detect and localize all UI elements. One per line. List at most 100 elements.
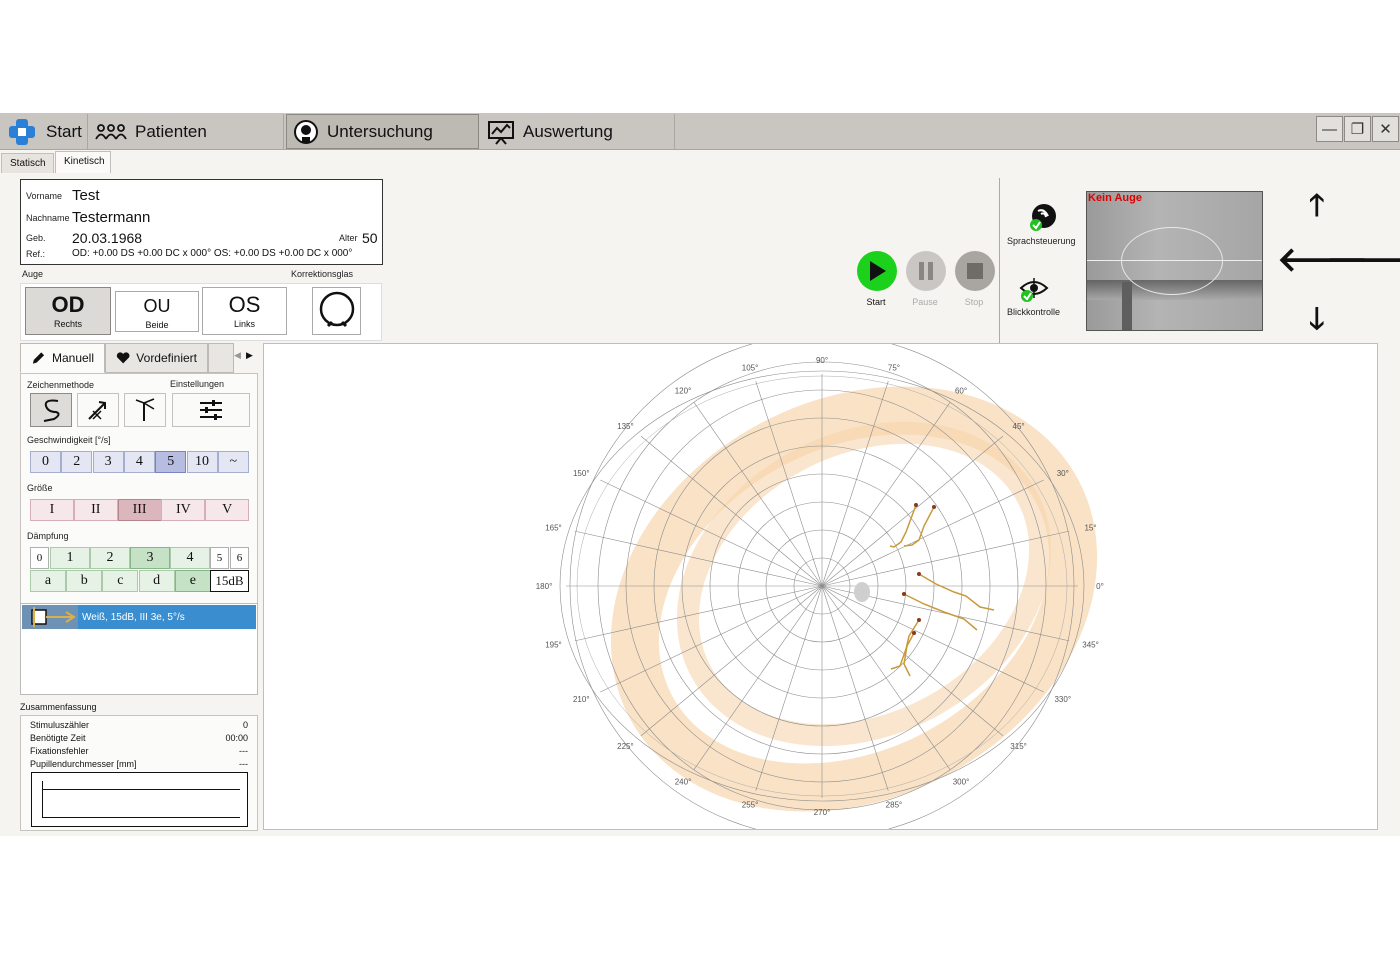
vector-icon	[88, 401, 106, 420]
close-button[interactable]: ✕	[1372, 116, 1399, 142]
perimeter-chart[interactable]: 0° 15° 30° 45° 60° 75° 90° 105° 120° 135° 150° 165°…	[263, 333, 1378, 839]
size-option-i[interactable]: I	[30, 499, 74, 521]
nav-tab-auswertung[interactable]: Auswertung	[481, 114, 675, 149]
stimulus-list-item[interactable]: Weiß, 15dB, III 3e, 5°/s	[22, 605, 256, 629]
nav-tab-auswertung-label: Auswertung	[523, 121, 613, 141]
arrow-down-button[interactable]: 🡓	[1309, 305, 1325, 335]
pupil-graph	[31, 772, 248, 827]
pupil-graph-x-axis	[42, 817, 240, 818]
speed-option-custom[interactable]: ~	[217, 451, 249, 473]
heart-icon	[116, 352, 130, 364]
attenuation-num-3[interactable]: 3	[130, 547, 170, 569]
eye-os-label: Links	[233, 319, 255, 329]
draw-radial-button[interactable]	[124, 393, 166, 427]
exam-type-tabs: Statisch Kinetisch	[0, 151, 1400, 173]
attenuation-num-0[interactable]: 0	[30, 547, 49, 569]
eye-od-label: Rechts	[53, 319, 82, 329]
zusammenfassung-label: Zusammenfassung	[20, 702, 97, 712]
start-button[interactable]	[857, 251, 897, 291]
eye-button-ou[interactable]: OU Beide	[115, 291, 199, 332]
tab-scroll-left[interactable]: ◀	[234, 350, 246, 366]
nav-tab-start-label: Start	[46, 121, 82, 141]
speed-option-3[interactable]: 3	[92, 451, 124, 473]
eye-button-od[interactable]: OD Rechts	[25, 287, 111, 335]
stimulus-list-item-label: Weiß, 15dB, III 3e, 5°/s	[82, 611, 185, 623]
isopter-band-outer	[610, 386, 1098, 812]
pause-button[interactable]	[906, 251, 946, 291]
stimulus-list[interactable]: Weiß, 15dB, III 3e, 5°/s	[20, 603, 258, 695]
speed-option-0[interactable]: 0	[30, 451, 61, 473]
stimulus-vector-icon	[22, 605, 78, 629]
speed-option-4[interactable]: 4	[123, 451, 155, 473]
angle-label-45: 45°	[1013, 422, 1025, 431]
tab-statisch[interactable]: Statisch	[1, 153, 54, 173]
summary-row-zeit: Benötigte Zeit 00:00	[30, 733, 248, 743]
draw-freehand-button[interactable]	[30, 393, 72, 427]
attenuation-letter-c[interactable]: c	[102, 570, 139, 592]
speed-option-5[interactable]: 5	[155, 451, 187, 473]
nav-tab-start[interactable]: Start	[0, 114, 88, 149]
settings-button[interactable]	[172, 393, 250, 427]
angle-label-270: 270°	[814, 808, 831, 817]
angle-label-315: 315°	[1010, 742, 1027, 751]
perimeter-svg[interactable]: 0° 15° 30° 45° 60° 75° 90° 105° 120° 135° 150° 165°…	[264, 333, 1377, 839]
alter-label: Alter	[339, 233, 358, 243]
perimetry-app: Start Patienten Untersuchung Auswertung …	[0, 113, 1400, 839]
nav-tab-patienten[interactable]: Patienten	[89, 114, 284, 149]
blickkontrolle-button[interactable]	[1019, 278, 1049, 309]
sprachsteuerung-button[interactable]	[1028, 203, 1058, 238]
eye-camera-view: Kein Auge	[1086, 191, 1263, 331]
control-divider	[999, 178, 1000, 344]
summary-value-zeit: 00:00	[225, 733, 248, 743]
arrow-right-button[interactable]: 🡒	[1326, 243, 1400, 277]
blind-spot	[854, 582, 870, 602]
eye-os-code: OS	[228, 292, 261, 317]
attenuation-letter-e[interactable]: e	[174, 570, 211, 592]
size-option-iii[interactable]: III	[117, 499, 162, 521]
sliders-icon	[200, 400, 222, 420]
angle-label-225: 225°	[617, 742, 634, 751]
exam-icon	[294, 119, 318, 144]
eye-ou-code: OU	[143, 295, 171, 316]
stimulus-point-4	[902, 592, 906, 596]
attenuation-num-1[interactable]: 1	[50, 547, 90, 569]
size-option-iv[interactable]: IV	[161, 499, 206, 521]
angle-label-180: 180°	[536, 582, 553, 591]
attenuation-letter-a[interactable]: a	[30, 570, 66, 592]
draw-vector-button[interactable]	[77, 393, 119, 427]
arrow-up-button[interactable]: 🡑	[1309, 191, 1325, 221]
summary-value-stimuluszaehler: 0	[242, 720, 248, 730]
attenuation-letter-b[interactable]: b	[66, 570, 103, 592]
angle-label-330: 330°	[1054, 695, 1071, 704]
korrektionsglas-button[interactable]	[312, 287, 361, 335]
pencil-icon	[32, 352, 45, 364]
tab-manuell[interactable]: Manuell	[20, 343, 105, 373]
size-option-v[interactable]: V	[205, 499, 250, 521]
stimulus-point-6	[912, 631, 916, 635]
eye-button-os[interactable]: OS Links	[202, 287, 287, 335]
attenuation-num-5[interactable]: 5	[210, 547, 229, 569]
speed-option-10[interactable]: 10	[186, 451, 218, 473]
einstellungen-label: Einstellungen	[170, 379, 225, 389]
attenuation-letter-d[interactable]: d	[138, 570, 175, 592]
restore-button[interactable]: ❐	[1344, 116, 1371, 142]
tab-scroll-right[interactable]: ▶	[246, 350, 258, 366]
summary-panel: Stimuluszähler 0 Benötigte Zeit 00:00 Fixa…	[20, 715, 258, 831]
nav-tab-untersuchung[interactable]: Untersuchung	[286, 114, 479, 149]
camera-eye-ellipse	[1121, 227, 1223, 295]
tab-kinetisch[interactable]: Kinetisch	[55, 151, 111, 173]
attenuation-num-2[interactable]: 2	[90, 547, 130, 569]
chevron-right-icon: ▶	[246, 350, 253, 360]
vorname-value: Test	[72, 187, 100, 204]
tab-vordefiniert[interactable]: Vordefiniert	[105, 343, 208, 373]
attenuation-num-6[interactable]: 6	[230, 547, 249, 569]
attenuation-num-4[interactable]: 4	[170, 547, 210, 569]
nav-tab-untersuchung-label: Untersuchung	[327, 121, 433, 141]
ref-label: Ref.:	[26, 249, 46, 259]
stop-button[interactable]	[955, 251, 995, 291]
minimize-button[interactable]: —	[1316, 116, 1343, 142]
auge-label: Auge	[22, 269, 44, 279]
size-option-ii[interactable]: II	[73, 499, 118, 521]
attenuation-value[interactable]: 15dB	[210, 570, 249, 592]
speed-option-2[interactable]: 2	[61, 451, 93, 473]
